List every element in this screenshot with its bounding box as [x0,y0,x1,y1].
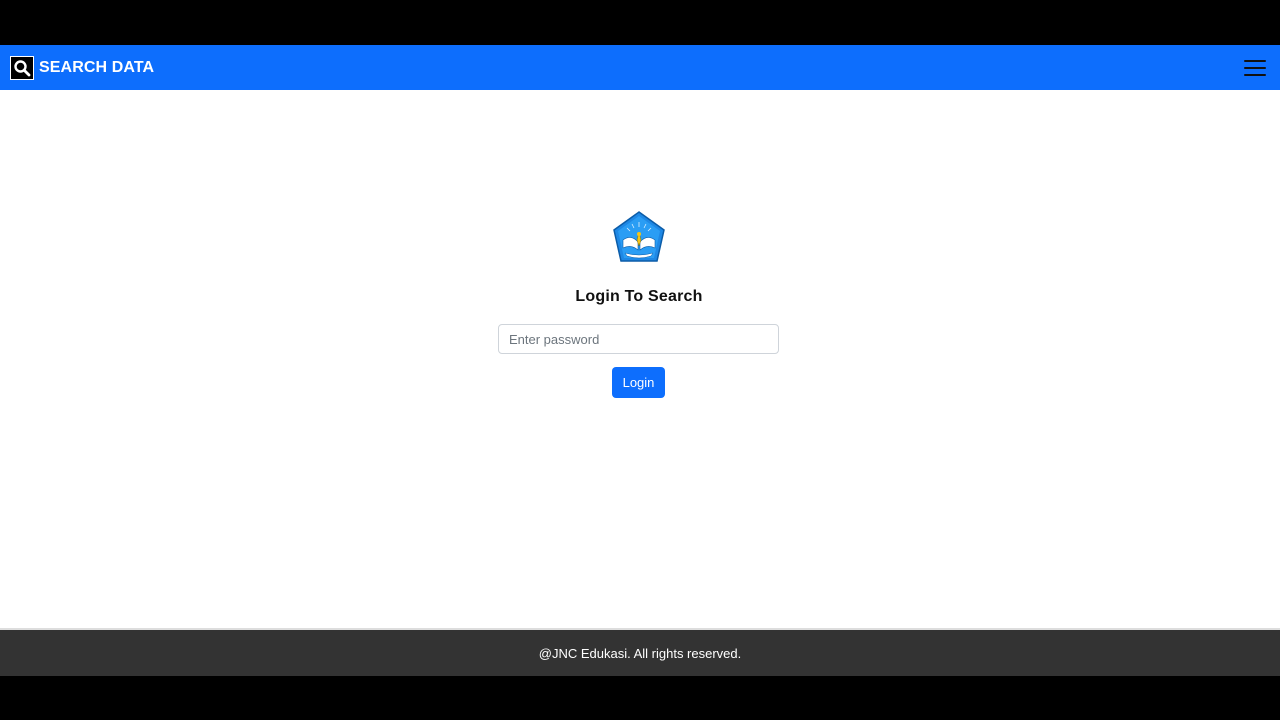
navbar-title: SEARCH DATA [39,58,155,76]
video-letterbox-bottom [0,676,1280,720]
password-input[interactable] [498,324,779,354]
search-icon [10,55,34,80]
login-heading: Login To Search [575,288,703,305]
video-letterbox-top [0,0,1280,45]
hamburger-menu-icon[interactable] [1244,59,1266,77]
tut-wuri-handayani-logo [611,210,667,266]
main-content: Login To Search Login [0,90,1280,628]
hamburger-line [1244,59,1266,62]
footer-copyright: @JNC Edukasi. All rights reserved. [538,645,742,661]
hamburger-line [1244,66,1266,69]
login-button[interactable]: Login [612,367,665,398]
hamburger-line [1244,73,1266,76]
page-footer: @JNC Edukasi. All rights reserved. [0,628,1280,676]
navbar-brand[interactable]: SEARCH DATA [10,55,155,80]
top-navbar: SEARCH DATA [0,45,1280,90]
